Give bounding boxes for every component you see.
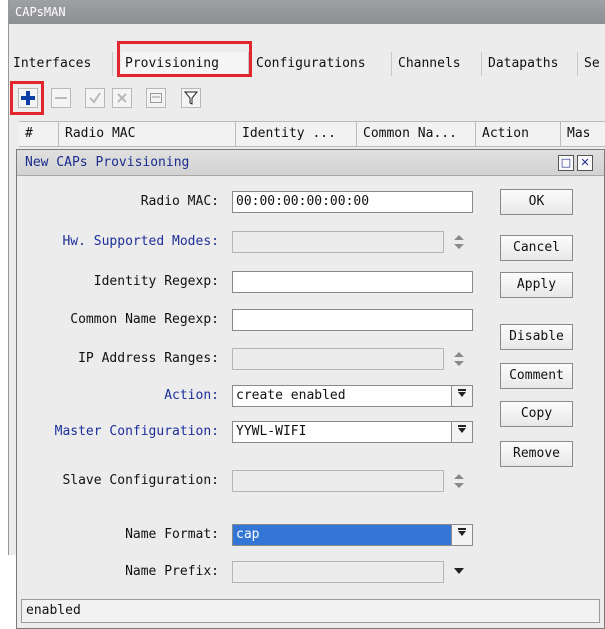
column-master[interactable]: Mas bbox=[561, 122, 605, 146]
disable-button[interactable] bbox=[112, 88, 132, 108]
remove-button[interactable] bbox=[51, 88, 71, 108]
minus-icon bbox=[54, 91, 68, 105]
chevron-down-icon bbox=[452, 565, 466, 580]
name-prefix-label: Name Prefix: bbox=[125, 564, 219, 579]
up-down-arrow-icon bbox=[450, 474, 468, 496]
hw-modes-label: Hw. Supported Modes: bbox=[62, 234, 219, 249]
x-icon bbox=[115, 91, 129, 105]
disable-button[interactable]: Disable bbox=[500, 324, 573, 350]
remove-button[interactable]: Remove bbox=[500, 441, 573, 467]
master-config-select[interactable]: YYWL-WIFI bbox=[232, 421, 473, 443]
radio-mac-label: Radio MAC: bbox=[140, 194, 219, 209]
identity-regexp-input[interactable] bbox=[232, 271, 473, 293]
status-bar: enabled bbox=[21, 599, 600, 623]
column-action[interactable]: Action bbox=[476, 122, 561, 146]
master-config-value: YYWL-WIFI bbox=[236, 424, 307, 439]
tab-bar: Interfaces Provisioning Configurations C… bbox=[9, 52, 605, 76]
comment-button[interactable] bbox=[146, 88, 166, 108]
column-identity[interactable]: Identity ... bbox=[236, 122, 357, 146]
filter-icon bbox=[184, 91, 198, 105]
radio-mac-input[interactable]: 00:00:00:00:00:00 bbox=[232, 191, 473, 213]
check-icon bbox=[88, 91, 102, 105]
master-config-dropdown-button[interactable] bbox=[451, 422, 472, 442]
hw-modes-spinner[interactable] bbox=[450, 231, 468, 253]
slave-config-input[interactable] bbox=[232, 470, 444, 492]
common-name-regexp-input[interactable] bbox=[232, 309, 473, 331]
slave-config-label: Slave Configuration: bbox=[62, 473, 219, 488]
dialog-title-bar: New CAPs Provisioning □ ✕ bbox=[17, 150, 604, 176]
apply-button[interactable]: Apply bbox=[500, 272, 573, 298]
add-button-highlight bbox=[10, 81, 44, 115]
name-format-label: Name Format: bbox=[125, 527, 219, 542]
chevron-down-icon bbox=[457, 422, 467, 442]
copy-button[interactable]: Copy bbox=[500, 401, 573, 427]
cancel-button[interactable]: Cancel bbox=[500, 235, 573, 261]
tab-interfaces[interactable]: Interfaces bbox=[9, 52, 113, 76]
name-prefix-dropdown-button[interactable] bbox=[450, 561, 468, 583]
name-format-select[interactable]: cap bbox=[232, 524, 473, 546]
close-icon: ✕ bbox=[580, 156, 590, 169]
maximize-icon: □ bbox=[560, 156, 572, 169]
slave-config-spinner[interactable] bbox=[450, 470, 468, 492]
close-button[interactable]: ✕ bbox=[577, 155, 593, 171]
ok-button[interactable]: OK bbox=[500, 189, 573, 215]
up-down-arrow-icon bbox=[450, 235, 468, 257]
action-value: create enabled bbox=[236, 388, 346, 403]
note-icon bbox=[149, 91, 163, 105]
identity-regexp-label: Identity Regexp: bbox=[93, 274, 219, 289]
column-radio-mac[interactable]: Radio MAC bbox=[59, 122, 236, 146]
master-config-label: Master Configuration: bbox=[54, 424, 219, 439]
new-caps-provisioning-dialog: New CAPs Provisioning □ ✕ Radio MAC: 00:… bbox=[16, 149, 605, 629]
filter-button[interactable] bbox=[181, 88, 201, 108]
tab-overflow[interactable]: Se bbox=[580, 52, 605, 76]
maximize-button[interactable]: □ bbox=[558, 155, 574, 171]
name-prefix-input[interactable] bbox=[232, 561, 444, 583]
tab-channels[interactable]: Channels bbox=[394, 52, 482, 76]
action-label: Action: bbox=[164, 388, 219, 403]
ip-ranges-label: IP Address Ranges: bbox=[78, 351, 219, 366]
table-header: # Radio MAC Identity ... Common Na... Ac… bbox=[19, 121, 605, 147]
action-select[interactable]: create enabled bbox=[232, 385, 473, 407]
column-number[interactable]: # bbox=[19, 122, 59, 146]
ip-ranges-spinner[interactable] bbox=[450, 348, 468, 370]
column-common-name[interactable]: Common Na... bbox=[357, 122, 476, 146]
chevron-down-icon bbox=[457, 386, 467, 406]
hw-modes-input[interactable] bbox=[232, 231, 444, 253]
ip-ranges-input[interactable] bbox=[232, 348, 444, 370]
tab-highlight bbox=[117, 41, 252, 77]
comment-button[interactable]: Comment bbox=[500, 363, 573, 389]
up-down-arrow-icon bbox=[450, 352, 468, 374]
tab-configurations[interactable]: Configurations bbox=[252, 52, 392, 76]
chevron-down-icon bbox=[457, 525, 467, 545]
name-format-value: cap bbox=[233, 525, 472, 545]
tab-datapaths[interactable]: Datapaths bbox=[484, 52, 578, 76]
dialog-title: New CAPs Provisioning bbox=[25, 155, 190, 170]
name-format-dropdown-button[interactable] bbox=[451, 525, 472, 545]
action-dropdown-button[interactable] bbox=[451, 386, 472, 406]
window-title: CAPsMAN bbox=[9, 0, 605, 24]
enable-button[interactable] bbox=[85, 88, 105, 108]
common-name-regexp-label: Common Name Regexp: bbox=[70, 312, 219, 327]
